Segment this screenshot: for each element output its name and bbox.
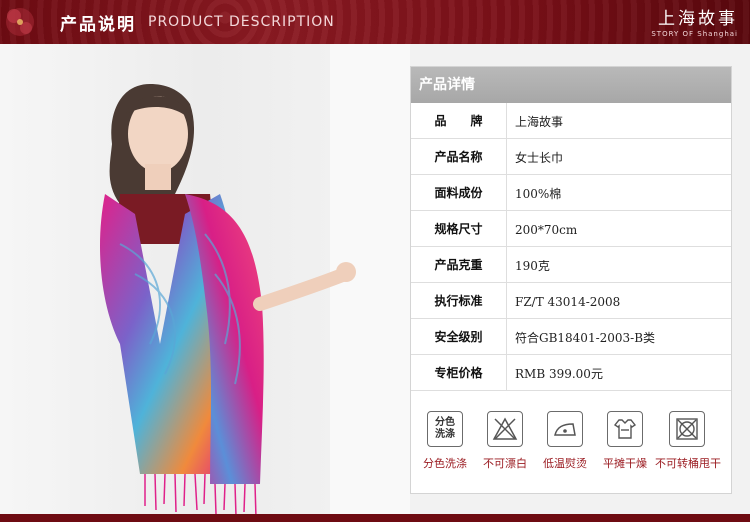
spec-label: 专柜价格 [411, 355, 507, 391]
brand-name-en: STORY OF Shanghai [651, 30, 738, 38]
spec-value: RMB 399.00元 [515, 367, 603, 381]
no-tumble-dry-icon [669, 411, 705, 447]
spec-row-safety: 安全级别 符合GB18401-2003-B类 [411, 319, 731, 355]
care-label: 低温熨烫 [543, 457, 587, 470]
care-item-no-tumble-dry: 不可转桶甩干 [655, 411, 721, 471]
flat-dry-icon [607, 411, 643, 447]
bottom-border [0, 514, 750, 522]
care-label: 分色洗涤 [423, 457, 467, 470]
no-bleach-icon [487, 411, 523, 447]
page-title-en: PRODUCT DESCRIPTION [148, 14, 335, 30]
page-title-cn: 产品说明 [60, 15, 136, 35]
spec-value: 上海故事 [515, 115, 564, 129]
spec-row-brand: 品 牌 上海故事 [411, 103, 731, 139]
spec-row-weight: 产品克重 190克 [411, 247, 731, 283]
spec-row-name: 产品名称 女士长巾 [411, 139, 731, 175]
care-item-wash-separately: 分色 洗涤 分色洗涤 [413, 411, 477, 471]
product-description-page: 产品说明 PRODUCT DESCRIPTION 上海故事 STORY OF S… [0, 0, 750, 522]
care-item-low-iron: 低温熨烫 [533, 411, 597, 471]
spec-value: 200*70cm [515, 223, 578, 237]
care-item-no-bleach: 不可漂白 [473, 411, 537, 471]
model-wearing-scarf-illustration [0, 44, 410, 522]
spec-label: 安全级别 [411, 319, 507, 355]
spec-table: 品 牌 上海故事 产品名称 女士长巾 面料成份 100%棉 规格尺寸 200*7… [411, 103, 731, 391]
wash-separately-icon: 分色 洗涤 [427, 411, 463, 447]
spec-value: 女士长巾 [515, 151, 564, 165]
brand-name-cn: 上海故事 [658, 9, 738, 29]
spec-value: FZ/T 43014-2008 [515, 295, 621, 309]
spec-row-material: 面料成份 100%棉 [411, 175, 731, 211]
spec-value: 符合GB18401-2003-B类 [515, 331, 656, 345]
spec-label: 面料成份 [411, 175, 507, 211]
brand-logo: 上海故事 STORY OF Shanghai [651, 4, 738, 38]
section-header: 产品说明 PRODUCT DESCRIPTION 上海故事 STORY OF S… [0, 0, 750, 44]
product-details-card: 产品详情 品 牌 上海故事 产品名称 女士长巾 面料成份 100%棉 规格尺寸 … [410, 66, 732, 494]
spec-value: 100%棉 [515, 187, 562, 201]
care-label: 不可漂白 [483, 457, 527, 470]
spec-row-size: 规格尺寸 200*70cm [411, 211, 731, 247]
spec-row-price: 专柜价格 RMB 399.00元 [411, 355, 731, 391]
model-photo [0, 44, 410, 522]
care-label: 不可转桶甩干 [655, 457, 721, 470]
care-instructions: 分色 洗涤 分色洗涤 不可漂白 低温熨烫 平摊干燥 不可转桶甩干 [411, 395, 731, 493]
spec-label: 规格尺寸 [411, 211, 507, 247]
care-label: 平摊干燥 [603, 457, 647, 470]
spec-row-standard: 执行标准 FZ/T 43014-2008 [411, 283, 731, 319]
spec-value: 190克 [515, 259, 550, 273]
flower-decoration-icon [6, 8, 34, 36]
details-heading: 产品详情 [411, 67, 731, 103]
care-item-flat-dry: 平摊干燥 [593, 411, 657, 471]
spec-label: 产品名称 [411, 139, 507, 175]
spec-label: 品 牌 [411, 103, 507, 139]
low-iron-icon [547, 411, 583, 447]
spec-label: 执行标准 [411, 283, 507, 319]
spec-label: 产品克重 [411, 247, 507, 283]
